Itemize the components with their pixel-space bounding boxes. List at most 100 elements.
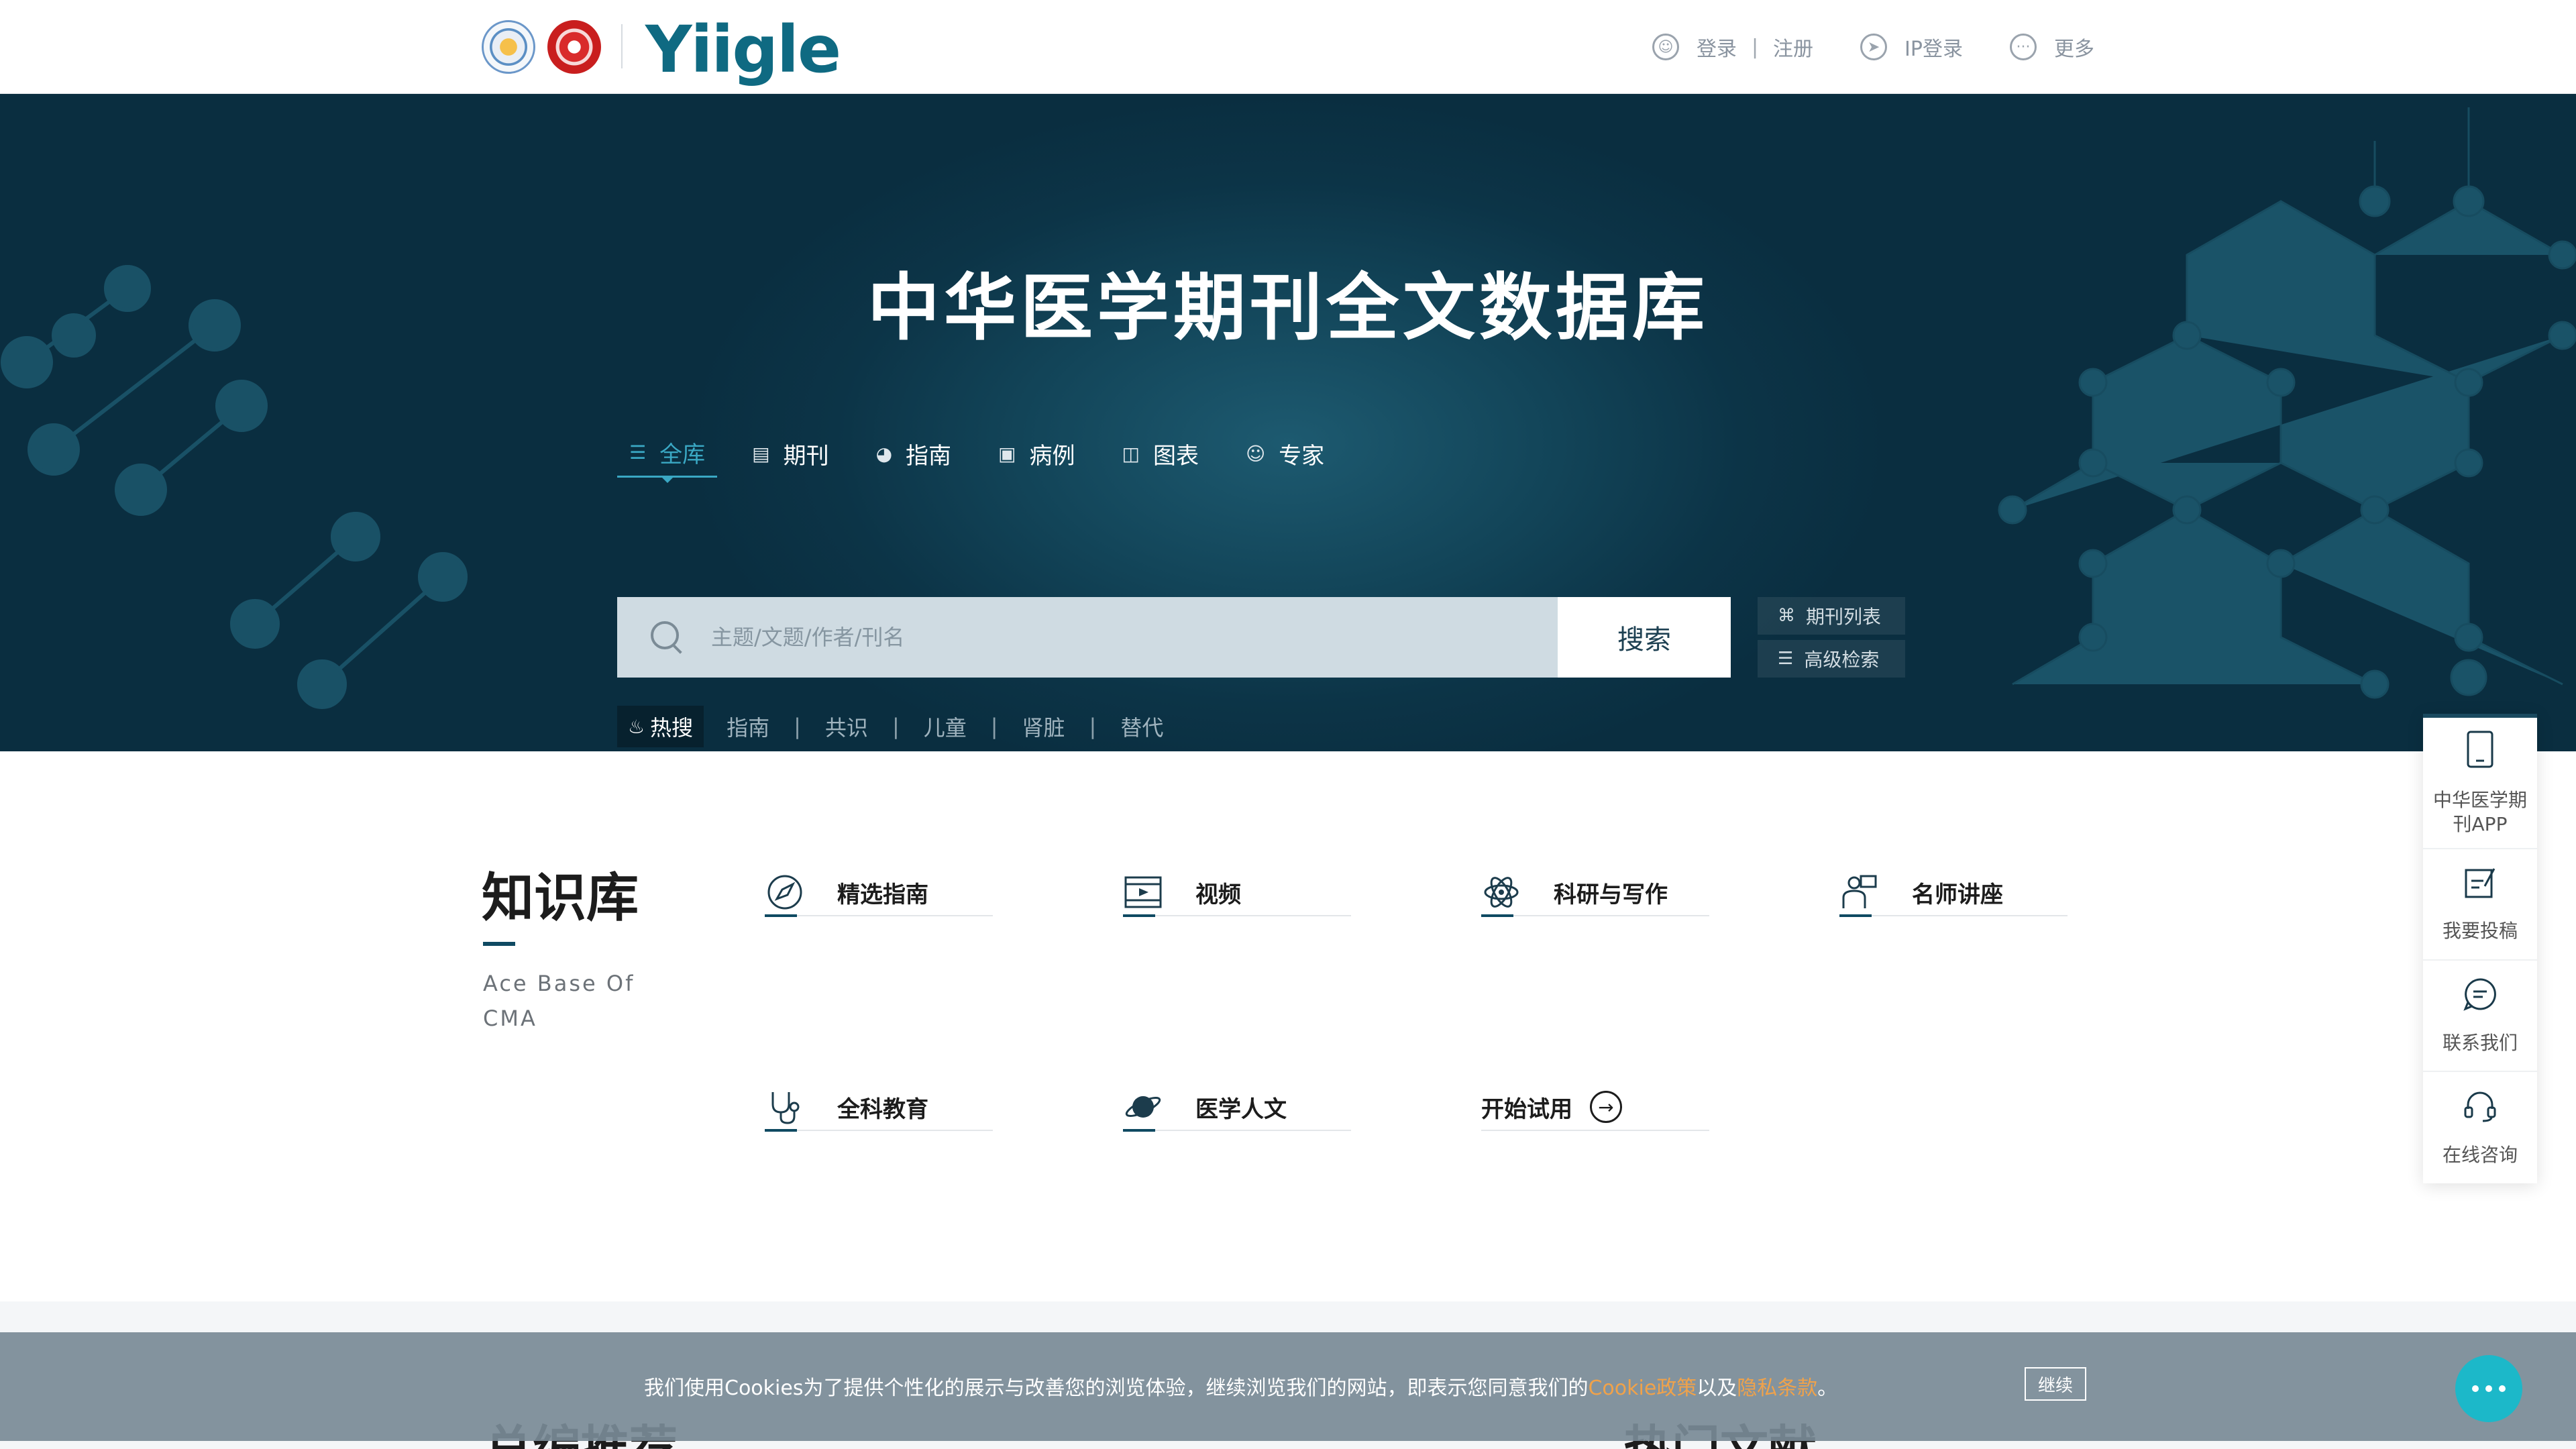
cma-emblem-logo[interactable]: [482, 20, 535, 74]
link-separator: |: [1751, 35, 1759, 59]
advanced-search-link[interactable]: ☰ 高级检索: [1758, 640, 1905, 678]
tab-journals[interactable]: ▤ 期刊: [740, 429, 841, 478]
register-link[interactable]: 注册: [1773, 32, 1813, 62]
ip-login-link[interactable]: ➤ IP登录: [1860, 32, 1963, 62]
chat-icon: [2463, 977, 2498, 1019]
knowledge-base-title: 知识库: [482, 868, 639, 928]
cookie-message: 我们使用Cookies为了提供个性化的展示与改善您的浏览体验，继续浏览我们的网站…: [644, 1371, 1837, 1401]
card-general-education[interactable]: 全科教育: [765, 1084, 993, 1132]
journal-list-link[interactable]: ⌘ 期刊列表: [1758, 597, 1905, 635]
lecturer-icon: [1839, 872, 1880, 912]
tab-label: 期刊: [783, 442, 829, 470]
card-label: 医学人文: [1195, 1095, 1287, 1123]
tab-label: 全库: [659, 441, 706, 468]
hero-banner: 中华医学期刊全文数据库 ☰ 全库 ▤ 期刊 ◕ 指南 ▣ 病例 ◫ 图表 ☺ 专…: [0, 94, 2576, 751]
card-accent: [765, 1129, 797, 1132]
advanced-search-label: 高级检索: [1804, 649, 1880, 671]
submit-manuscript-item[interactable]: 我要投稿: [2423, 849, 2537, 961]
tab-charts[interactable]: ◫ 图表: [1110, 429, 1210, 478]
card-accent: [1123, 914, 1155, 917]
cookie-policy-link[interactable]: Cookie政策: [1588, 1377, 1697, 1400]
card-medical-humanities[interactable]: 医学人文: [1123, 1084, 1351, 1132]
hot-separator: |: [892, 714, 900, 739]
cookie-continue-button[interactable]: 继续: [2025, 1367, 2086, 1401]
advanced-search-icon: ☰: [1778, 649, 1794, 669]
fp-label: 联系我们: [2442, 1031, 2518, 1054]
search-input[interactable]: [711, 625, 1449, 650]
hot-search-keyword[interactable]: 替代: [1120, 711, 1163, 742]
film-icon: [1123, 872, 1163, 912]
start-trial-link[interactable]: 开始试用 →: [1481, 1084, 1709, 1131]
planet-icon: [1123, 1087, 1163, 1127]
tab-guidelines[interactable]: ◕ 指南: [864, 429, 963, 478]
card-accent: [765, 914, 797, 917]
card-label: 名师讲座: [1912, 881, 2003, 908]
search-bar: [617, 597, 1558, 678]
card-label: 开始试用: [1481, 1095, 1572, 1123]
top-header: Yiigle ☺ 登录 | 注册 ➤ IP登录 ··· 更多: [0, 0, 2576, 94]
fp-label: 在线咨询: [2442, 1143, 2518, 1166]
card-selected-guidelines[interactable]: 精选指南: [765, 869, 993, 917]
card-video[interactable]: 视频: [1123, 869, 1351, 917]
fp-label: 我要投稿: [2442, 919, 2518, 942]
chart-icon: ◫: [1122, 442, 1140, 465]
case-icon: ▣: [998, 442, 1016, 465]
arrow-right-icon: →: [1590, 1091, 1622, 1123]
floating-side-panel: 中华医学期刊APP 我要投稿 联系我们 在线咨询: [2423, 714, 2537, 1183]
headset-icon: [2463, 1089, 2498, 1131]
card-label: 视频: [1195, 881, 1241, 908]
more-icon: ···: [2010, 34, 2037, 60]
edit-icon: [2463, 866, 2497, 907]
app-download-item[interactable]: 中华医学期刊APP: [2423, 718, 2537, 849]
card-accent: [1481, 914, 1513, 917]
hot-tag-label: 热搜: [650, 715, 694, 741]
page: Yiigle ☺ 登录 | 注册 ➤ IP登录 ··· 更多 中华医学期刊全文数…: [0, 0, 2576, 1449]
hot-search-keyword[interactable]: 肾脏: [1022, 711, 1065, 742]
ip-login-label: IP登录: [1904, 38, 1963, 61]
compass-icon: ◕: [875, 442, 893, 465]
header-links: ☺ 登录 | 注册 ➤ IP登录 ··· 更多: [1652, 32, 2094, 62]
login-link[interactable]: ☺ 登录: [1652, 32, 1737, 62]
journal-emblem-logo[interactable]: [547, 20, 601, 74]
tablet-icon: [2465, 730, 2495, 776]
live-chat-bubble-icon[interactable]: [2455, 1355, 2522, 1422]
grid-icon: ⌘: [1778, 606, 1795, 626]
card-master-lectures[interactable]: 名师讲座: [1839, 869, 2068, 917]
hot-separator: |: [990, 714, 998, 739]
logo-divider: [621, 24, 623, 68]
search-category-tabs: ☰ 全库 ▤ 期刊 ◕ 指南 ▣ 病例 ◫ 图表 ☺ 专家: [617, 429, 1359, 483]
brand-logo[interactable]: Yiigle: [645, 9, 841, 90]
cookie-banner: 我们使用Cookies为了提供个性化的展示与改善您的浏览体验，继续浏览我们的网站…: [0, 1332, 2576, 1441]
hero-title: 中华医学期刊全文数据库: [867, 266, 1709, 350]
tab-all[interactable]: ☰ 全库: [617, 429, 718, 483]
card-research-writing[interactable]: 科研与写作: [1481, 869, 1709, 917]
card-accent: [1839, 914, 1872, 917]
more-link[interactable]: ··· 更多: [2010, 32, 2094, 62]
more-label: 更多: [2054, 38, 2094, 61]
tab-experts[interactable]: ☺ 专家: [1234, 429, 1336, 478]
hot-search-keyword[interactable]: 指南: [727, 711, 769, 742]
register-label: 注册: [1773, 38, 1814, 61]
tab-label: 指南: [906, 442, 952, 470]
hot-search-keyword[interactable]: 儿童: [924, 711, 967, 742]
card-accent: [1123, 1129, 1155, 1132]
cookie-conj: 以及: [1697, 1377, 1737, 1400]
hot-search-keyword[interactable]: 共识: [825, 711, 868, 742]
tab-label: 图表: [1152, 442, 1199, 470]
cookie-text: 我们使用Cookies为了提供个性化的展示与改善您的浏览体验，继续浏览我们的网站…: [644, 1377, 1589, 1400]
cookie-end: 。: [1817, 1377, 1838, 1400]
send-icon: ➤: [1860, 34, 1888, 60]
search-button[interactable]: 搜索: [1558, 597, 1731, 678]
search-icon: [647, 617, 687, 657]
card-label: 科研与写作: [1554, 881, 1668, 908]
tab-cases[interactable]: ▣ 病例: [986, 429, 1087, 478]
knowledge-base-subtitle: Ace Base Of CMA: [483, 971, 635, 1031]
login-label: 登录: [1696, 38, 1737, 61]
hot-searches: ♨ 热搜 指南 | 共识 | 儿童 | 肾脏 | 替代: [617, 706, 1163, 747]
privacy-policy-link[interactable]: 隐私条款: [1737, 1377, 1817, 1400]
user-icon: ☺: [1652, 34, 1679, 60]
card-label: 全科教育: [837, 1095, 928, 1123]
contact-us-item[interactable]: 联系我们: [2423, 961, 2537, 1072]
card-label: 精选指南: [837, 881, 928, 908]
online-consult-item[interactable]: 在线咨询: [2423, 1072, 2537, 1183]
